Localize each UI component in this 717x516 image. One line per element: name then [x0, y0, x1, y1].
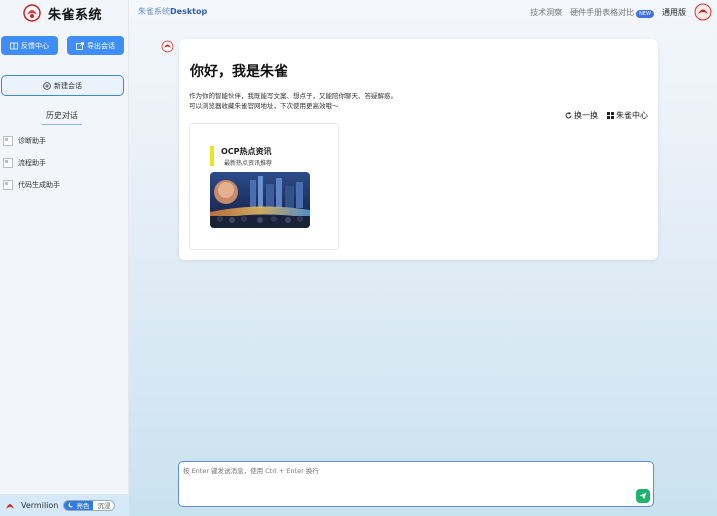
edition-label[interactable]: 通用版: [662, 7, 686, 18]
history-item[interactable]: 代码生成助手: [3, 180, 60, 190]
image-icon: [3, 180, 13, 190]
news-city-image: [210, 172, 310, 228]
welcome-card: 你好，我是朱雀 作为你的智能伙伴，我既能写文案、想点子，又能陪你聊天、答疑解惑。…: [179, 39, 658, 260]
theme-light-label: 亮色: [76, 502, 90, 510]
history-item-label: 诊断助手: [18, 137, 46, 145]
intro-line: 作为你的智能伙伴，我既能写文案、想点子，又能陪你聊天、答疑解惑。: [189, 92, 397, 100]
theme-immersive-label: 沉浸: [97, 502, 111, 510]
title-suffix: Desktop: [170, 7, 208, 16]
export-icon: [76, 41, 84, 50]
history-item[interactable]: 诊断助手: [3, 136, 46, 146]
grid-icon: [607, 112, 614, 119]
phoenix-logo-icon: [23, 4, 41, 22]
bot-avatar: [161, 40, 174, 53]
hardware-compare-label: 硬件手册表格对比: [570, 7, 635, 17]
export-button[interactable]: 导出会话: [67, 36, 124, 55]
history-title: 历史对话: [42, 110, 82, 125]
send-button[interactable]: [636, 489, 650, 503]
new-chat-button[interactable]: 新建会话: [1, 75, 124, 96]
export-label: 导出会话: [87, 41, 115, 50]
feature-title: OCP热点资讯: [221, 147, 272, 156]
plus-circle-icon: [43, 81, 51, 90]
footer-name: Vermilion: [21, 500, 59, 510]
refresh-icon: [565, 112, 572, 119]
app-logo: 朱雀系统: [22, 3, 102, 23]
book-icon: [10, 42, 18, 49]
title-prefix: 朱雀系统: [138, 7, 170, 16]
app-name: 朱雀系统: [48, 7, 103, 23]
card-actions: 换一换 朱雀中心: [565, 110, 648, 121]
image-icon: [3, 136, 13, 146]
feedback-label: 反馈中心: [21, 41, 49, 50]
page-title: 朱雀系统Desktop: [138, 6, 207, 17]
top-links: 技术洞察 硬件手册表格对比 NEW 通用版: [530, 3, 712, 21]
feature-card-ocp-news[interactable]: OCP热点资讯 最新热点资讯推荐: [189, 123, 339, 250]
user-avatar[interactable]: [694, 3, 712, 21]
intro-line: 可以浏览器收藏朱雀官网地址，下次使用更高效哦～: [189, 102, 339, 110]
feature-accent-bar: [210, 146, 214, 166]
refresh-label: 换一换: [574, 111, 598, 120]
new-chat-label: 新建会话: [54, 81, 82, 90]
greeting-title: 你好，我是朱雀: [190, 64, 288, 80]
new-badge: NEW: [636, 9, 654, 18]
send-icon: [639, 492, 647, 500]
theme-immersive-option[interactable]: 沉浸: [93, 500, 115, 510]
theme-light-option[interactable]: 亮色: [64, 500, 94, 510]
moon-icon: [68, 502, 75, 508]
image-icon: [3, 158, 13, 168]
tech-insight-link[interactable]: 技术洞察: [530, 7, 562, 18]
zhuque-center-label: 朱雀中心: [616, 111, 648, 120]
feedback-button[interactable]: 反馈中心: [1, 36, 58, 55]
theme-toggle[interactable]: 亮色 沉浸: [63, 499, 116, 511]
history-item[interactable]: 流程助手: [3, 158, 46, 168]
intro-text: 作为你的智能伙伴，我既能写文案、想点子，又能陪你聊天、答疑解惑。 可以浏览器收藏…: [189, 91, 397, 111]
message-input-box: [178, 461, 654, 507]
vermilion-logo-icon: [6, 504, 14, 509]
history-item-label: 代码生成助手: [18, 181, 60, 189]
refresh-button[interactable]: 换一换: [565, 110, 598, 121]
sidebar-footer: Vermilion 亮色 沉浸: [0, 494, 129, 516]
zhuque-center-button[interactable]: 朱雀中心: [607, 110, 648, 121]
feature-subtitle: 最新热点资讯推荐: [224, 160, 273, 167]
sidebar: 朱雀系统 反馈中心 导出会话 新建会话 历史对话 诊断助手 流程助手 代码生成助…: [0, 0, 129, 516]
hardware-compare-link[interactable]: 硬件手册表格对比 NEW: [570, 7, 654, 18]
history-item-label: 流程助手: [18, 159, 46, 167]
message-input[interactable]: [179, 462, 653, 506]
